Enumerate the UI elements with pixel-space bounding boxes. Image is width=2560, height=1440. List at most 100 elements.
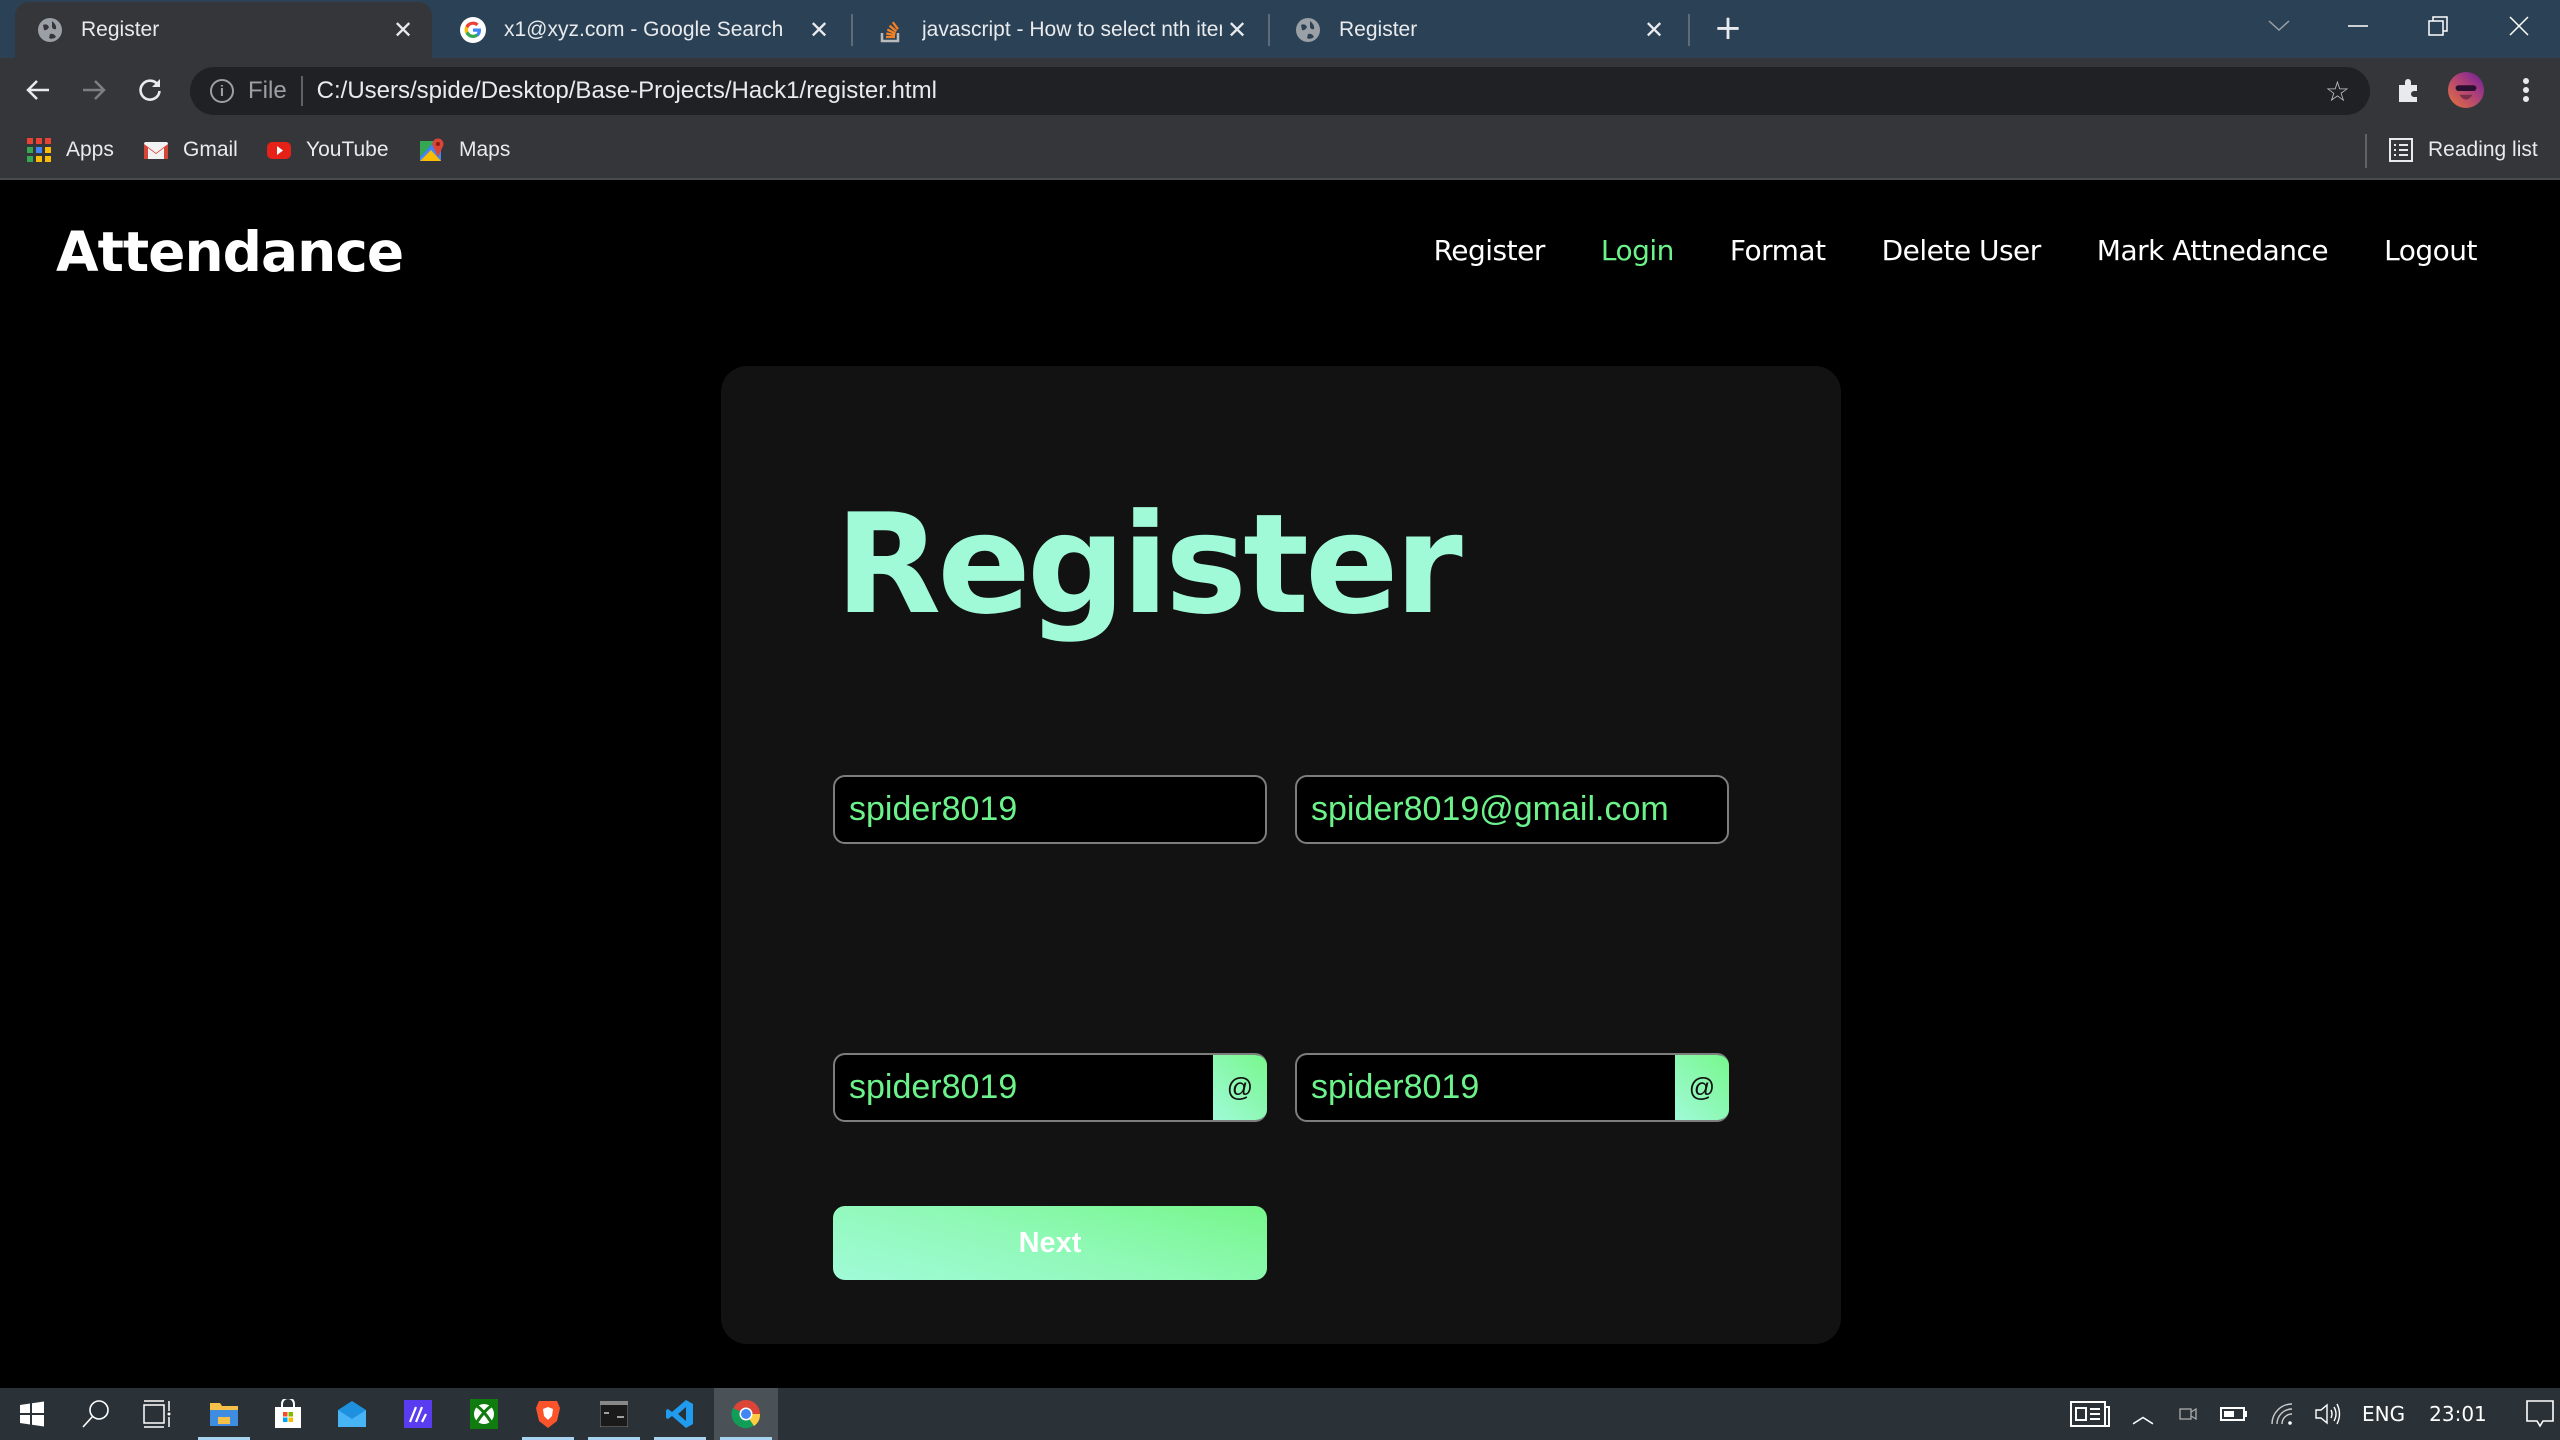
back-button[interactable] [18, 70, 58, 110]
task-view-button[interactable] [126, 1388, 190, 1440]
clock[interactable]: 23:01 [2429, 1402, 2487, 1426]
nav-link-login[interactable]: Login [1601, 234, 1675, 267]
microsoft-store-icon [275, 1399, 301, 1428]
info-icon[interactable]: i [210, 79, 234, 103]
apps-grid-icon [27, 138, 51, 162]
email-input[interactable] [1297, 777, 1727, 842]
youtube-icon [267, 142, 291, 159]
bookmark-star-icon[interactable]: ☆ [2325, 75, 2350, 108]
bookmark-apps[interactable]: Apps [26, 134, 114, 166]
taskbar-microsoft-store[interactable] [256, 1388, 320, 1440]
taskbar-visual-studio[interactable] [386, 1388, 450, 1440]
close-icon [2509, 16, 2529, 36]
bookmarks-bar: Apps Gmail YouTube Maps Reading list [0, 122, 2560, 180]
site-brand[interactable]: Attendance [56, 220, 404, 284]
search-icon [82, 1400, 109, 1428]
address-bar[interactable]: i File C:/Users/spide/Desktop/Base-Proje… [190, 67, 2370, 115]
terminal-icon [600, 1401, 628, 1427]
search-button[interactable] [64, 1388, 128, 1440]
maps-icon [420, 138, 444, 161]
bookmark-label: Gmail [183, 138, 238, 161]
notifications-icon [2525, 1400, 2554, 1428]
reading-list-icon [2389, 138, 2413, 162]
taskbar-xbox[interactable] [452, 1388, 516, 1440]
password-input[interactable] [835, 1055, 1213, 1120]
taskbar-mail[interactable] [320, 1388, 384, 1440]
omnibox-divider [300, 76, 303, 106]
brave-icon [536, 1401, 560, 1428]
stackoverflow-icon [878, 17, 904, 43]
windows-taskbar: ︿ ENG 23:01 [0, 1388, 2560, 1440]
close-tab-icon[interactable]: ✕ [804, 16, 834, 45]
confirm-password-field[interactable]: @ [1295, 1053, 1729, 1122]
globe-icon [1295, 17, 1321, 43]
chrome-menu-button[interactable] [2508, 72, 2544, 108]
close-window-button[interactable] [2484, 0, 2554, 52]
extensions-button[interactable] [2391, 72, 2427, 108]
forward-button[interactable] [74, 70, 114, 110]
tab-title: Register [81, 18, 160, 41]
file-explorer-icon [210, 1403, 238, 1426]
bookmark-maps[interactable]: Maps [419, 134, 510, 166]
mail-icon [338, 1401, 366, 1427]
tab-search-button[interactable] [2244, 0, 2314, 52]
wifi-icon [2271, 1403, 2293, 1425]
reload-icon [139, 79, 161, 101]
register-card: Register @ @ Next [721, 366, 1841, 1344]
username-field[interactable] [833, 775, 1267, 844]
nav-link-format[interactable]: Format [1730, 234, 1826, 267]
email-field[interactable] [1295, 775, 1729, 844]
system-tray: ︿ ENG 23:01 [2070, 1388, 2555, 1440]
at-sign-addon: @ [1213, 1055, 1267, 1120]
new-tab-button[interactable]: + [1708, 8, 1748, 48]
close-tab-icon[interactable]: ✕ [1222, 16, 1252, 45]
nav-link-delete-user[interactable]: Delete User [1882, 234, 2042, 267]
bookmark-label: YouTube [306, 138, 389, 161]
bookmark-gmail[interactable]: Gmail [143, 134, 238, 166]
tab-stackoverflow[interactable]: javascript - How to select nth iter ✕ [856, 2, 1266, 58]
minimize-button[interactable] [2323, 0, 2393, 52]
tab-google-search[interactable]: x1@xyz.com - Google Search ✕ [438, 2, 848, 58]
password-field[interactable]: @ [833, 1053, 1267, 1122]
tab-title: x1@xyz.com - Google Search [504, 18, 784, 41]
tab-register-active[interactable]: Register ✕ [15, 2, 432, 58]
reading-list-label: Reading list [2428, 138, 2538, 161]
url-text[interactable]: C:/Users/spide/Desktop/Base-Projects/Hac… [317, 77, 937, 105]
tab-title: javascript - How to select nth iter [922, 18, 1222, 41]
minimize-icon [2348, 25, 2368, 27]
confirm-password-input[interactable] [1297, 1055, 1675, 1120]
profile-avatar[interactable] [2448, 72, 2484, 108]
close-tab-icon[interactable]: ✕ [1639, 16, 1669, 45]
reload-button[interactable] [130, 70, 170, 110]
globe-icon [37, 17, 63, 43]
start-button[interactable] [0, 1388, 64, 1440]
at-sign-addon: @ [1675, 1055, 1729, 1120]
tab-register[interactable]: Register ✕ [1273, 2, 1683, 58]
avatar-icon [2448, 72, 2484, 108]
nav-link-logout[interactable]: Logout [2384, 234, 2477, 267]
nav-link-mark-attendance[interactable]: Mark Attnedance [2097, 234, 2329, 267]
camera-icon [2179, 1407, 2197, 1421]
username-input[interactable] [835, 777, 1265, 842]
close-tab-icon[interactable]: ✕ [388, 16, 418, 45]
visual-studio-icon [404, 1400, 432, 1428]
taskbar-terminal[interactable] [582, 1388, 646, 1440]
nav-link-register[interactable]: Register [1434, 234, 1546, 267]
taskbar-brave[interactable] [516, 1388, 580, 1440]
puzzle-icon [2399, 79, 2417, 102]
restore-button[interactable] [2403, 0, 2473, 52]
site-nav: Register Login Format Delete User Mark A… [1434, 234, 2478, 267]
tab-separator [851, 14, 853, 46]
language-indicator[interactable]: ENG [2362, 1402, 2405, 1426]
taskbar-vscode[interactable] [648, 1388, 712, 1440]
scheme-label: File [248, 77, 287, 104]
tab-separator [1688, 14, 1690, 46]
taskbar-chrome[interactable] [714, 1388, 778, 1440]
show-hidden-icons-icon[interactable]: ︿ [2132, 1398, 2154, 1430]
bookmark-youtube[interactable]: YouTube [266, 134, 389, 166]
taskbar-file-explorer[interactable] [192, 1388, 256, 1440]
reading-list-separator [2365, 134, 2367, 168]
reading-list-button[interactable]: Reading list [2388, 134, 2538, 166]
arrow-right-icon [83, 80, 106, 100]
next-button[interactable]: Next [833, 1206, 1267, 1280]
